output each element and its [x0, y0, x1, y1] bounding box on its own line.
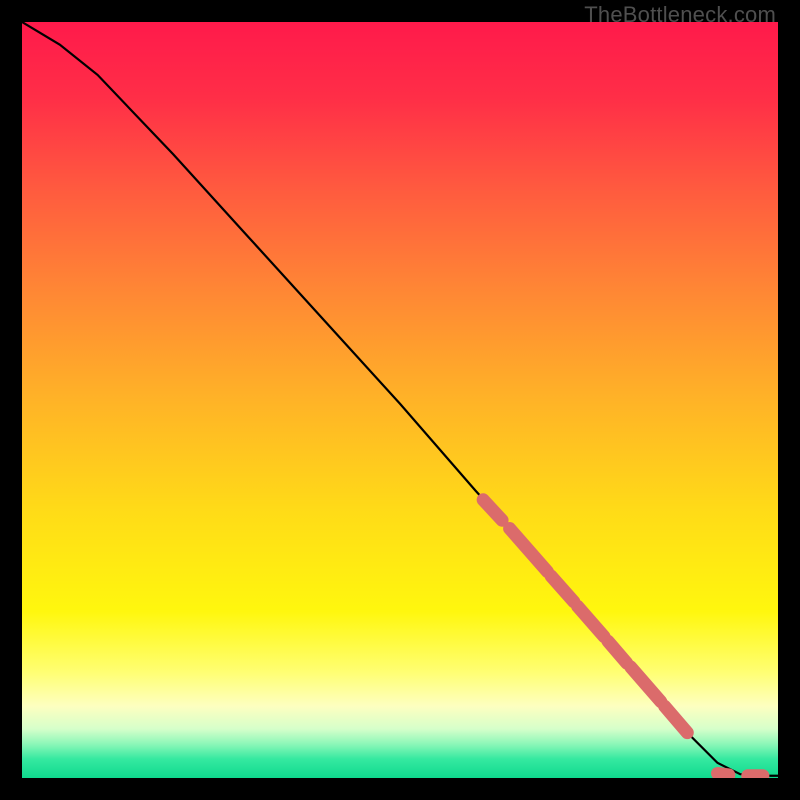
chart-frame [22, 22, 778, 778]
chart-background [22, 22, 778, 778]
chart-svg [22, 22, 778, 778]
highlight-segment [718, 773, 729, 775]
